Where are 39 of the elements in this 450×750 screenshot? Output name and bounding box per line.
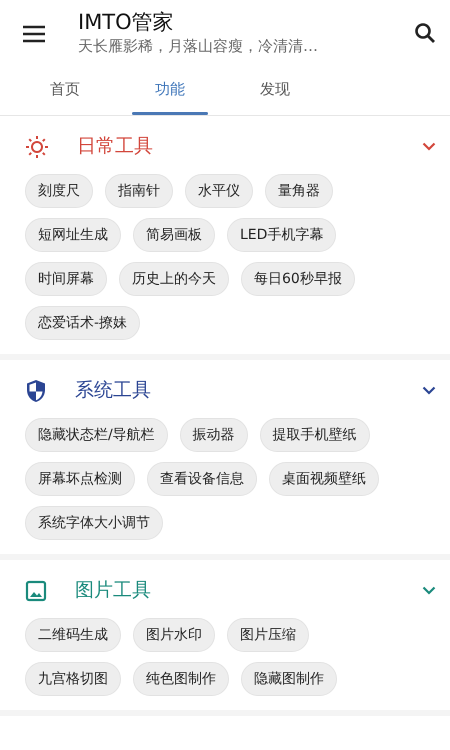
tool-chip[interactable]: 二维码生成	[25, 618, 121, 652]
section-title: 图片工具	[75, 578, 152, 604]
tool-chip[interactable]: 系统字体大小调节	[25, 506, 163, 540]
tool-chip[interactable]: 提取手机壁纸	[260, 418, 370, 452]
tool-chip[interactable]: 振动器	[180, 418, 248, 452]
tab[interactable]: 功能	[130, 66, 210, 114]
tool-chip[interactable]: 图片压缩	[227, 618, 309, 652]
sun-icon	[25, 134, 49, 158]
tab[interactable]: 首页	[25, 66, 105, 114]
tool-chip[interactable]: 水平仪	[185, 174, 253, 208]
app-title: IMTO管家	[78, 8, 175, 35]
tool-chip[interactable]: 图片水印	[133, 618, 215, 652]
tool-chip[interactable]: 简易画板	[133, 218, 215, 252]
tool-chip[interactable]: 短网址生成	[25, 218, 121, 252]
tool-chip[interactable]: 每日60秒早报	[241, 262, 355, 296]
tool-chip[interactable]: 纯色图制作	[133, 662, 229, 696]
search-icon[interactable]	[414, 22, 436, 44]
tool-chip[interactable]: 屏幕坏点检测	[25, 462, 135, 496]
image-icon	[25, 580, 47, 602]
tool-chip[interactable]: 指南针	[105, 174, 173, 208]
section-title: 系统工具	[75, 378, 152, 404]
chevron-icon[interactable]	[422, 142, 436, 151]
tool-chip[interactable]: 桌面视频壁纸	[269, 462, 379, 496]
section-title: 日常工具	[77, 134, 154, 160]
chevron-icon[interactable]	[422, 386, 436, 395]
tool-chip[interactable]: 隐藏图制作	[241, 662, 337, 696]
tool-chip[interactable]: 刻度尺	[25, 174, 93, 208]
subtitle: 天长雁影稀，月落山容瘦，冷清清…	[78, 36, 319, 57]
tool-chip[interactable]: 查看设备信息	[147, 462, 257, 496]
tool-chip[interactable]: 时间屏幕	[25, 262, 107, 296]
tool-chip[interactable]: 隐藏状态栏/导航栏	[25, 418, 168, 452]
chevron-icon[interactable]	[422, 586, 436, 595]
shield-icon	[25, 378, 47, 402]
tool-chip[interactable]: 量角器	[265, 174, 333, 208]
tool-chip[interactable]: 恋爱话术-撩妹	[25, 306, 140, 340]
tool-chip[interactable]: 历史上的今天	[119, 262, 229, 296]
tab[interactable]: 发现	[235, 66, 315, 114]
tool-chip[interactable]: 九宫格切图	[25, 662, 121, 696]
tool-chip[interactable]: LED手机字幕	[227, 218, 336, 252]
